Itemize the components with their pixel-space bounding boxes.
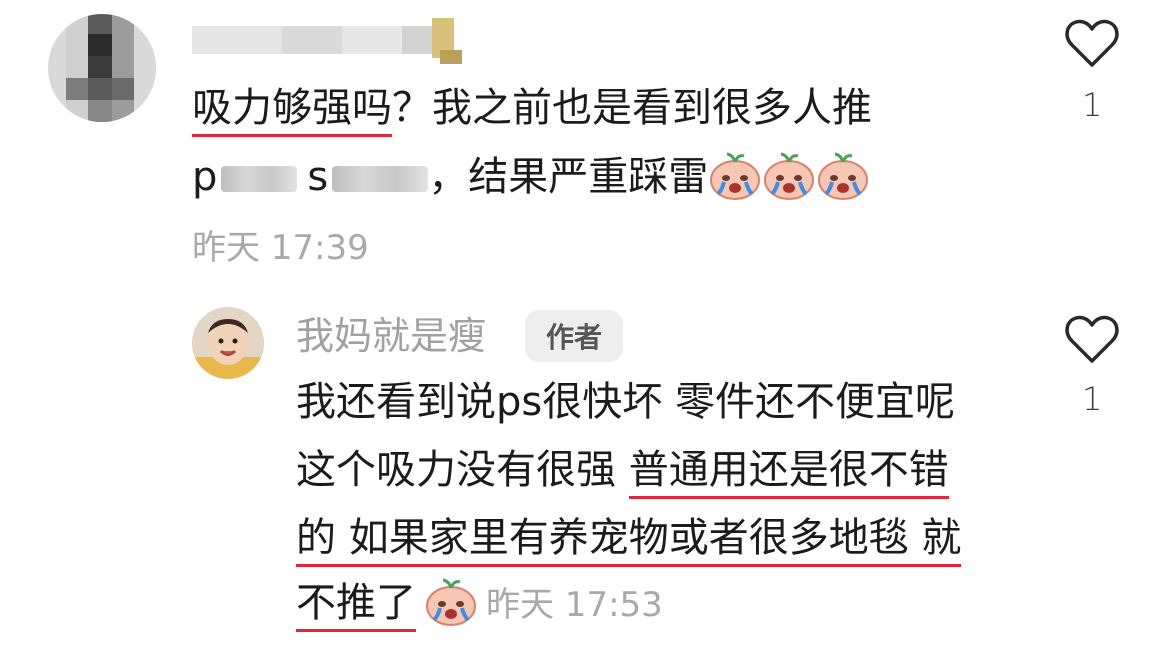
reply-text-line-1: 我还看到说ps很快坏 零件还不便宜呢 [296,379,955,425]
underlined-text: 不推了 [296,580,416,632]
crying-emoji-icon [708,152,762,200]
username-blurred[interactable] [192,16,467,64]
underlined-text: 的 如果家里有养宠物或者很多地毯 就 [296,515,962,567]
crying-emoji-icon [762,152,816,200]
censored-word [332,166,429,192]
reply-text-line-2: 这个吸力没有很强 普通用还是很不错 [296,446,949,499]
underlined-text: 吸力够强吗 [192,85,392,137]
crying-emoji-icon [816,152,870,200]
author-name[interactable]: 我妈就是瘦 [296,310,486,362]
heart-outline-icon[interactable] [1064,314,1120,366]
like-count: 1 [1082,380,1103,418]
underlined-text: 普通用还是很不错 [628,447,949,499]
comment-text-line-2: p s ，结果严重踩雷 [192,152,870,201]
author-badge: 作者 [525,310,623,362]
author-avatar[interactable] [192,307,264,379]
heart-outline-icon[interactable] [1064,18,1120,70]
reply-text-line-3: 的 如果家里有养宠物或者很多地毯 就 [296,514,962,567]
reply-text-line-4: 不推了 昨天 17:53 [296,578,663,632]
avatar[interactable] [48,14,156,122]
like-count: 1 [1082,86,1103,124]
crying-emoji-icon [424,578,478,626]
comment-timestamp: 昨天 17:39 [192,228,369,268]
comment-text-line-1: 吸力够强吗？我之前也是看到很多人推 [192,84,872,137]
reply-timestamp: 昨天 17:53 [486,585,663,625]
censored-word [221,166,298,192]
